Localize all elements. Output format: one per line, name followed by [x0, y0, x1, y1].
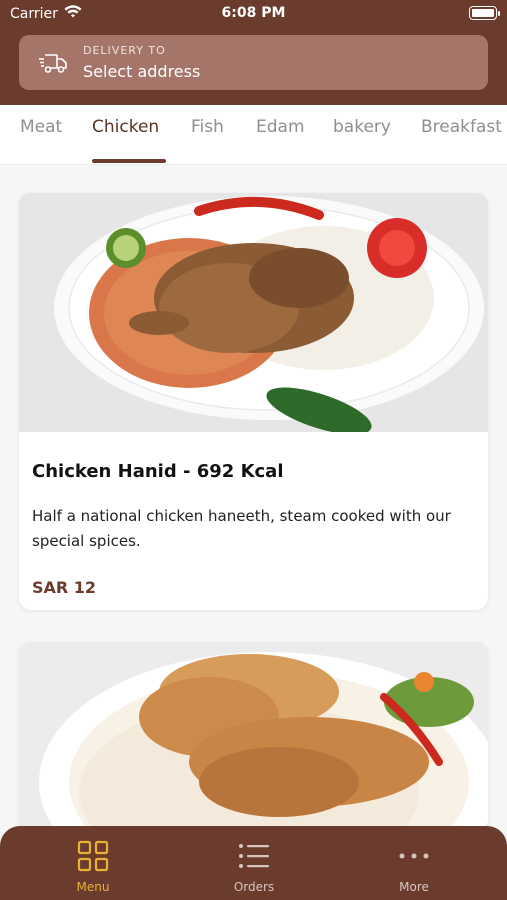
grid-icon	[43, 838, 143, 874]
menu-item-card[interactable]: Chicken Hanid - 692 Kcal Half a national…	[19, 193, 488, 610]
bottom-navigation: Menu Orders More	[0, 826, 507, 900]
address-selector[interactable]: DELIVERY TO Select address	[19, 35, 488, 90]
status-bar: Carrier 6:08 PM	[0, 0, 507, 28]
more-dots-icon	[364, 838, 464, 874]
header: Carrier 6:08 PM DELIVERY TO Select addre…	[0, 0, 507, 105]
address-value: Select address	[83, 62, 201, 81]
item-title: Chicken Hanid - 692 Kcal	[32, 461, 284, 482]
nav-orders-label: Orders	[233, 880, 275, 894]
dish-image	[19, 642, 488, 842]
tab-chicken[interactable]: Chicken	[92, 117, 159, 137]
nav-menu[interactable]: Menu	[43, 838, 143, 894]
tab-bakery[interactable]: bakery	[333, 117, 391, 137]
tab-fish[interactable]: Fish	[191, 117, 224, 137]
tab-meat[interactable]: Meat	[20, 117, 62, 137]
delivery-truck-icon	[33, 48, 73, 78]
nav-more-label: More	[399, 880, 429, 894]
nav-menu-label: Menu	[76, 880, 110, 894]
menu-item-card[interactable]	[19, 642, 488, 842]
list-icon	[204, 838, 304, 874]
item-description: Half a national chicken haneeth, steam c…	[32, 507, 451, 550]
dish-image	[19, 193, 488, 432]
tab-breakfast[interactable]: Breakfast	[421, 117, 502, 137]
battery-icon	[469, 6, 500, 20]
nav-more[interactable]: More	[364, 838, 464, 894]
item-price: SAR 12	[32, 578, 97, 597]
clock: 6:08 PM	[221, 5, 286, 21]
delivery-to-label: DELIVERY TO	[83, 44, 166, 57]
active-tab-indicator	[92, 159, 166, 163]
tab-edam[interactable]: Edam	[256, 117, 305, 137]
category-tabs: Meat Chicken Fish Edam bakery Breakfast	[0, 105, 507, 165]
nav-orders[interactable]: Orders	[204, 838, 304, 894]
